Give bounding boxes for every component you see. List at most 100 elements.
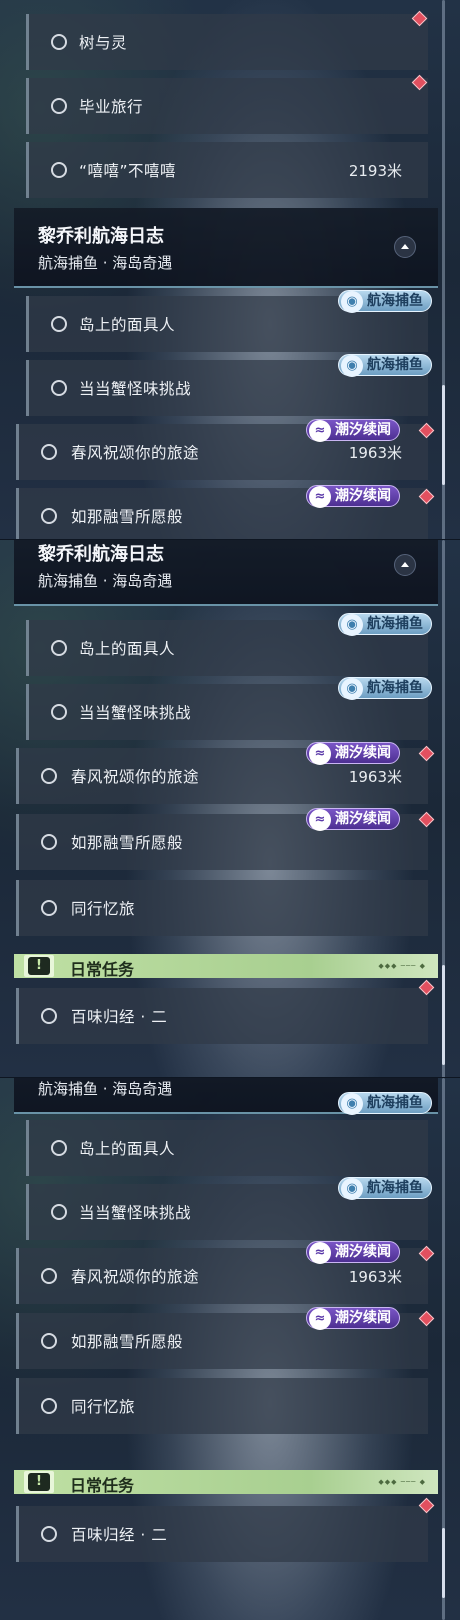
tide-badge: ≈ 潮汐续闻 [306, 485, 400, 508]
task-status-circle-icon [41, 834, 57, 850]
wave-icon: ≈ [309, 486, 331, 508]
task-status-circle-icon [41, 768, 57, 784]
task-label: 岛上的面具人 [79, 640, 176, 658]
wave-icon: ≈ [309, 1308, 331, 1330]
badge-label: 航海捕鱼 [367, 616, 423, 632]
task-row[interactable]: 同行忆旅 [16, 880, 428, 936]
tide-badge: ≈ 潮汐续闻 [306, 808, 400, 831]
exclamation-icon: ! [28, 1473, 50, 1491]
task-label: 如那融雪所愿般 [71, 834, 184, 852]
collapse-chevron-icon[interactable] [394, 554, 416, 576]
group-title: 黎乔利航海日志 [38, 226, 164, 247]
task-label: 当当蟹怪味挑战 [79, 704, 192, 722]
task-status-circle-icon [51, 1204, 67, 1220]
task-row[interactable]: 百味归经 · 二 [16, 1506, 428, 1562]
scrollbar-thumb[interactable] [442, 965, 445, 1065]
task-label: 春风祝颂你的旅途 [71, 444, 200, 462]
task-status-circle-icon [51, 316, 67, 332]
task-label: 毕业旅行 [79, 98, 144, 116]
badge-label: 潮汐续闻 [335, 1310, 391, 1326]
group-subtitle: 航海捕鱼 · 海岛奇遇 [38, 572, 173, 590]
task-status-circle-icon [41, 1268, 57, 1284]
task-distance: 2193米 [348, 162, 402, 180]
task-label: 当当蟹怪味挑战 [79, 1204, 192, 1222]
quest-group-header[interactable]: 黎乔利航海日志 航海捕鱼 · 海岛奇遇 [14, 540, 438, 606]
quest-panel-top: 树与灵 毕业旅行 “嘻嘻”不嘻嘻 2193米 黎乔利航海日志 航海捕鱼 · 海岛… [0, 0, 460, 540]
fish-icon: ◉ [341, 678, 363, 700]
task-row[interactable]: 同行忆旅 [16, 1378, 428, 1434]
badge-label: 潮汐续闻 [335, 488, 391, 504]
exclamation-icon: ! [28, 957, 50, 975]
task-label: 同行忆旅 [71, 900, 136, 918]
daily-tasks-header[interactable]: ! 日常任务 ◆◆◆ ─── ◆ [14, 1470, 438, 1495]
task-row[interactable]: 百味归经 · 二 [16, 988, 428, 1044]
task-label: 如那融雪所愿般 [71, 1333, 184, 1351]
daily-tasks-label: 日常任务 [70, 1476, 135, 1495]
daily-tasks-header[interactable]: ! 日常任务 ◆◆◆ ─── ◆ [14, 954, 438, 979]
group-subtitle: 航海捕鱼 · 海岛奇遇 [38, 254, 173, 272]
task-label: 春风祝颂你的旅途 [71, 1268, 200, 1286]
decorative-stripe-icon: ◆◆◆ ─── ◆ [378, 1478, 426, 1486]
badge-label: 潮汐续闻 [335, 811, 391, 827]
wave-icon: ≈ [309, 809, 331, 831]
task-status-circle-icon [51, 704, 67, 720]
fish-icon: ◉ [341, 355, 363, 377]
badge-label: 航海捕鱼 [367, 1180, 423, 1196]
tide-badge: ≈ 潮汐续闻 [306, 1307, 400, 1330]
fishing-badge: ◉ 航海捕鱼 [338, 613, 432, 636]
badge-label: 潮汐续闻 [335, 745, 391, 761]
task-status-circle-icon [51, 34, 67, 50]
task-distance: 1963米 [348, 768, 402, 786]
group-subtitle: 航海捕鱼 · 海岛奇遇 [38, 1080, 173, 1098]
task-distance: 1963米 [348, 444, 402, 462]
badge-label: 航海捕鱼 [367, 293, 423, 309]
fishing-badge: ◉ 航海捕鱼 [338, 677, 432, 700]
badge-label: 潮汐续闻 [335, 422, 391, 438]
task-row[interactable]: 岛上的面具人 [26, 1120, 428, 1176]
task-label: 树与灵 [79, 34, 128, 52]
fishing-badge: ◉ 航海捕鱼 [338, 1092, 432, 1115]
task-label: 岛上的面具人 [79, 1140, 176, 1158]
scrollbar-thumb[interactable] [442, 385, 445, 485]
task-label: 如那融雪所愿般 [71, 508, 184, 526]
task-row[interactable]: “嘻嘻”不嘻嘻 2193米 [26, 142, 428, 198]
task-label: 岛上的面具人 [79, 316, 176, 334]
badge-label: 航海捕鱼 [367, 1095, 423, 1111]
task-status-circle-icon [41, 1398, 57, 1414]
wave-icon: ≈ [309, 1242, 331, 1264]
fish-icon: ◉ [341, 614, 363, 636]
task-label: 当当蟹怪味挑战 [79, 380, 192, 398]
task-status-circle-icon [41, 900, 57, 916]
task-status-circle-icon [51, 162, 67, 178]
task-status-circle-icon [41, 1008, 57, 1024]
fishing-badge: ◉ 航海捕鱼 [338, 354, 432, 377]
task-status-circle-icon [41, 508, 57, 524]
task-label: 春风祝颂你的旅途 [71, 768, 200, 786]
group-title: 黎乔利航海日志 [38, 544, 164, 565]
badge-label: 航海捕鱼 [367, 357, 423, 373]
task-distance: 1963米 [348, 1268, 402, 1286]
fish-icon: ◉ [341, 1093, 363, 1115]
scrollbar-thumb[interactable] [442, 1528, 445, 1598]
task-status-circle-icon [51, 1140, 67, 1156]
task-row[interactable]: 毕业旅行 [26, 78, 428, 134]
tide-badge: ≈ 潮汐续闻 [306, 1241, 400, 1264]
task-label: 百味归经 · 二 [71, 1008, 168, 1026]
fish-icon: ◉ [341, 1178, 363, 1200]
task-status-circle-icon [51, 98, 67, 114]
task-row[interactable]: 树与灵 [26, 14, 428, 70]
tide-badge: ≈ 潮汐续闻 [306, 742, 400, 765]
quest-group-header[interactable]: 黎乔利航海日志 航海捕鱼 · 海岛奇遇 [14, 208, 438, 288]
badge-label: 潮汐续闻 [335, 1244, 391, 1260]
quest-panel-bottom: 航海捕鱼 · 海岛奇遇 岛上的面具人 ◉ 航海捕鱼 当当蟹怪味挑战 ◉ 航海捕鱼… [0, 1078, 460, 1620]
task-status-circle-icon [51, 640, 67, 656]
wave-icon: ≈ [309, 743, 331, 765]
daily-tasks-label: 日常任务 [70, 960, 135, 979]
task-status-circle-icon [41, 444, 57, 460]
task-label: 同行忆旅 [71, 1398, 136, 1416]
wave-icon: ≈ [309, 420, 331, 442]
task-label: 百味归经 · 二 [71, 1526, 168, 1544]
collapse-chevron-icon[interactable] [394, 236, 416, 258]
tide-badge: ≈ 潮汐续闻 [306, 419, 400, 442]
task-label: “嘻嘻”不嘻嘻 [79, 162, 177, 180]
